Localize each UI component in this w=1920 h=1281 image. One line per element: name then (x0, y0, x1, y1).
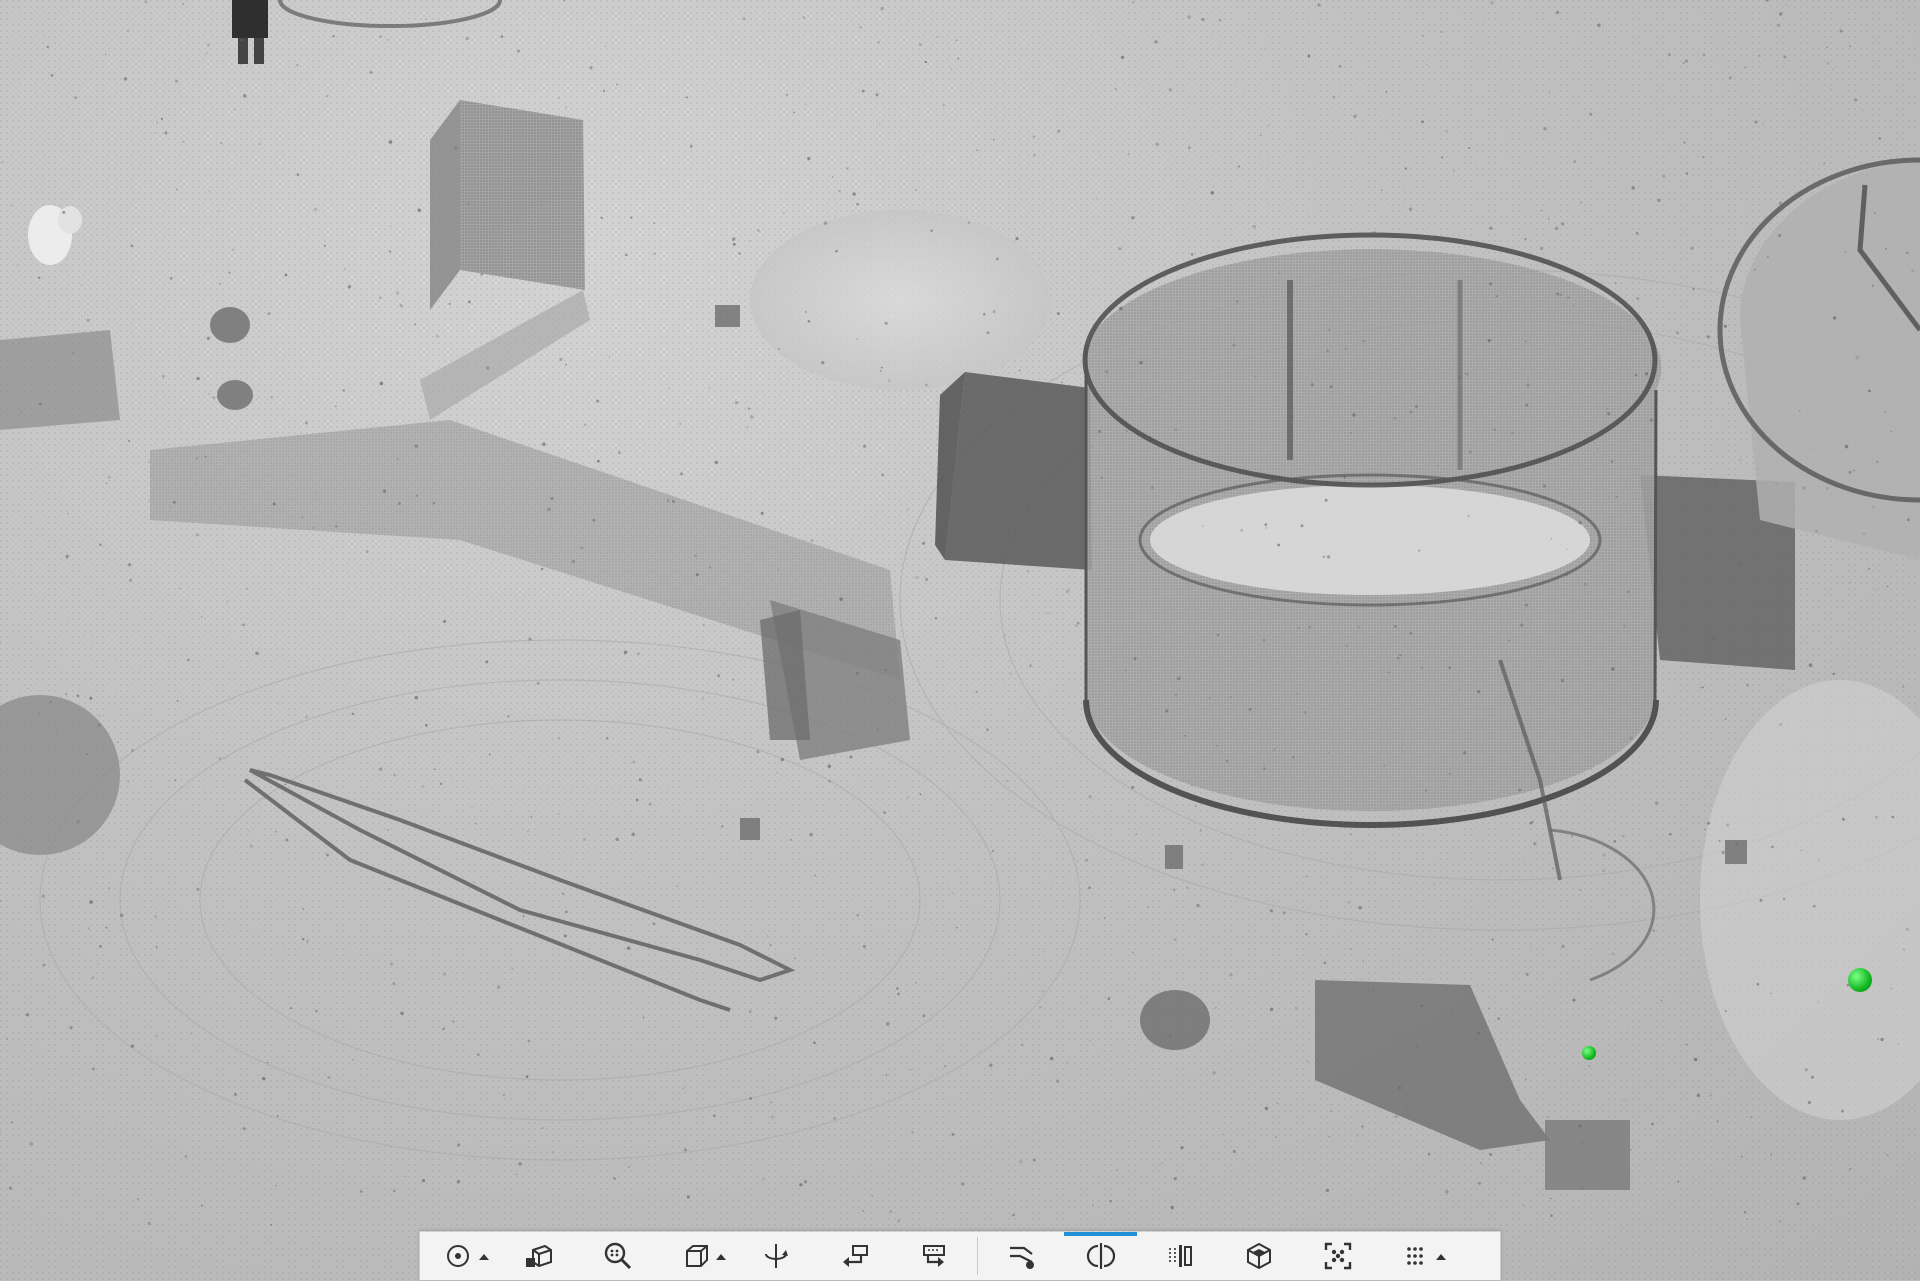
wall-segment (0, 330, 120, 430)
point-cloud-scene (0, 0, 1920, 1280)
undo-view-icon (842, 1245, 868, 1267)
undo-view-button[interactable] (815, 1232, 894, 1281)
cube-outline-icon (685, 1245, 708, 1267)
chevron-up-icon (479, 1253, 489, 1260)
zoom-extents-button[interactable] (499, 1232, 578, 1281)
redo-view-button[interactable] (894, 1232, 973, 1281)
more-tools-button[interactable] (1377, 1232, 1456, 1281)
view-toolbar (419, 1231, 1501, 1280)
box-3d-icon (1246, 1242, 1271, 1270)
clip-tool-button[interactable] (982, 1232, 1061, 1281)
zoom-region-button[interactable] (578, 1232, 657, 1281)
chevron-up-icon (716, 1253, 726, 1260)
redo-view-icon (922, 1245, 945, 1267)
survey-target-marker[interactable] (1582, 1046, 1596, 1060)
floor-patch (750, 210, 1050, 390)
chevron-up-icon (1436, 1253, 1446, 1260)
section-view-icon (1086, 1243, 1115, 1269)
toolbar-divider (977, 1237, 978, 1275)
box-view-button[interactable] (1219, 1232, 1298, 1281)
slice-view-button[interactable] (1140, 1232, 1219, 1281)
magnifier-icon (604, 1242, 631, 1270)
survey-target-marker[interactable] (1848, 968, 1872, 992)
fit-points-icon (1324, 1242, 1351, 1270)
view-presets-button[interactable] (657, 1232, 736, 1281)
cube-zoom-icon (525, 1244, 552, 1268)
rotate-axis-icon (764, 1244, 788, 1268)
clip-tool-icon (1009, 1246, 1034, 1269)
fit-points-button[interactable] (1298, 1232, 1377, 1281)
slice-view-icon (1168, 1245, 1192, 1267)
target-circle-icon (446, 1245, 469, 1267)
orbit-center-button[interactable] (420, 1232, 499, 1281)
grid-dots-icon (1406, 1247, 1423, 1265)
rotate-axis-button[interactable] (736, 1232, 815, 1281)
section-view-button[interactable] (1061, 1231, 1140, 1281)
point-cloud-viewport[interactable] (0, 0, 1920, 1280)
